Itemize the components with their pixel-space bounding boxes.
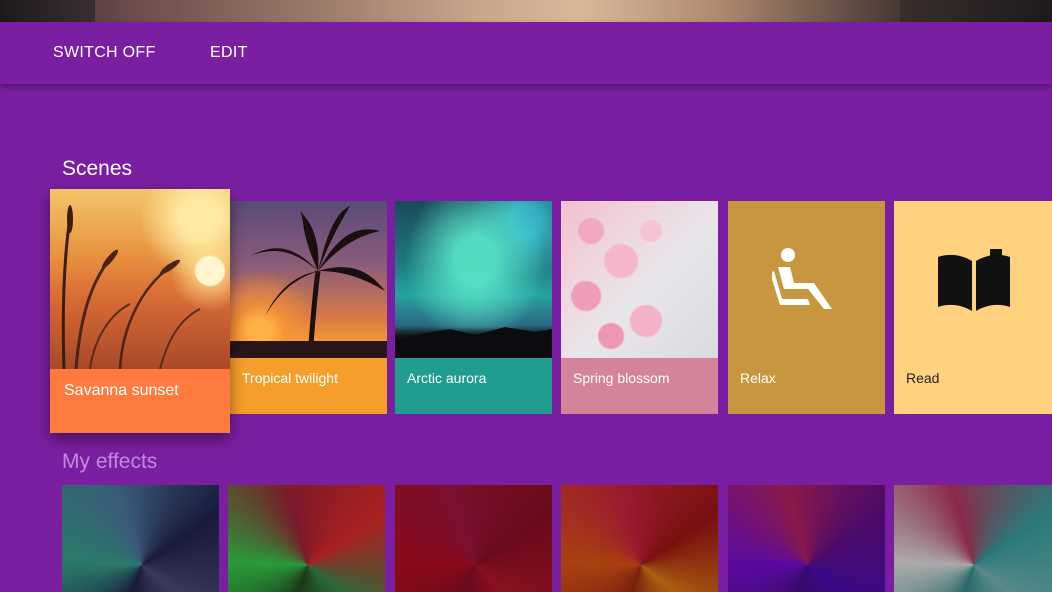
edit-button[interactable]: EDIT: [210, 22, 248, 84]
scene-label: Tropical twilight: [242, 370, 338, 386]
scene-image-savanna-sunset: [50, 189, 230, 369]
open-book-icon: [938, 249, 1010, 311]
scene-card-arctic-aurora[interactable]: Arctic aurora: [395, 201, 552, 414]
scene-card-tropical-twilight[interactable]: Tropical twilight: [230, 201, 387, 414]
header-image-left-shade: [0, 0, 95, 22]
scene-image-relax: [728, 201, 885, 358]
scene-label-area: [395, 358, 552, 414]
effect-tile-4[interactable]: [561, 485, 718, 592]
header-image-right-shade: [900, 0, 1052, 22]
scene-image-arctic-aurora: [395, 201, 552, 358]
effect-tile-5[interactable]: [728, 485, 885, 592]
scene-card-relax[interactable]: Relax: [728, 201, 885, 414]
effects-section-title: My effects: [62, 450, 158, 473]
effect-tile-2[interactable]: [228, 485, 385, 592]
scene-label: Relax: [740, 370, 776, 386]
scene-label-area: [230, 358, 387, 414]
scene-label-area: [728, 358, 885, 414]
effect-tile-3[interactable]: [395, 485, 552, 592]
scene-label: Arctic aurora: [407, 370, 487, 386]
header-background-image: [0, 0, 1052, 22]
scene-label-area: [894, 358, 1052, 414]
toolbar: SWITCH OFF EDIT: [0, 22, 1052, 84]
scene-image-read: [894, 201, 1052, 358]
switch-off-button[interactable]: SWITCH OFF: [53, 22, 156, 84]
scene-card-savanna-sunset[interactable]: Savanna sunset: [50, 189, 230, 433]
palm-silhouette: [230, 206, 387, 358]
scene-card-spring-blossom[interactable]: Spring blossom: [561, 201, 718, 414]
scene-label: Savanna sunset: [64, 382, 179, 399]
scene-label-area: [50, 369, 230, 433]
scene-label: Spring blossom: [573, 370, 670, 386]
mountain-silhouette: [395, 327, 552, 358]
relax-recliner-icon: [772, 248, 832, 309]
scene-label: Read: [906, 370, 940, 386]
scene-image-tropical-twilight: [230, 201, 387, 358]
scene-image-spring-blossom: [561, 201, 718, 358]
scene-label-area: [561, 358, 718, 414]
effect-tile-1[interactable]: [62, 485, 219, 592]
effect-tile-6[interactable]: [894, 485, 1052, 592]
grass-silhouette: [61, 205, 201, 369]
scenes-section-title: Scenes: [62, 157, 133, 180]
scene-card-read[interactable]: Read: [894, 201, 1052, 414]
